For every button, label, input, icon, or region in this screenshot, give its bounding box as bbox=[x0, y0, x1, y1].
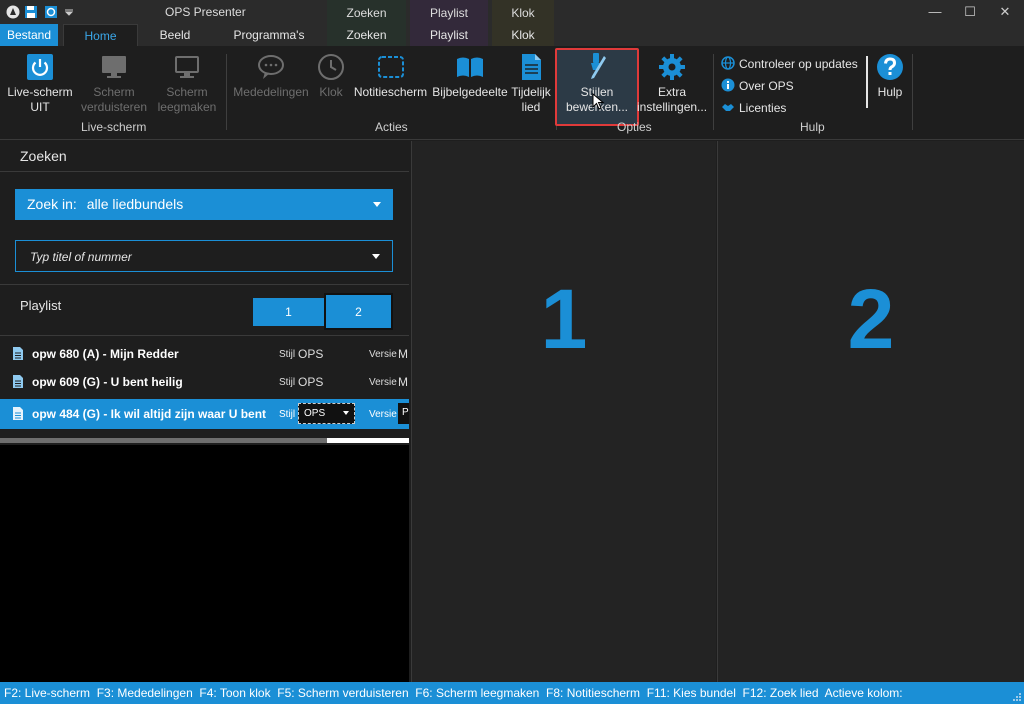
refresh-icon[interactable] bbox=[44, 4, 58, 20]
gear-icon bbox=[659, 54, 685, 80]
tab-home[interactable]: Home bbox=[63, 24, 138, 47]
chevron-down-icon bbox=[372, 254, 380, 259]
group-label-acties: Acties bbox=[375, 120, 408, 134]
notes-screen-icon bbox=[377, 56, 404, 78]
tab-beeld[interactable]: Beeld bbox=[140, 24, 210, 46]
save-icon[interactable] bbox=[24, 4, 38, 20]
help-button[interactable]: Hulp bbox=[872, 52, 908, 100]
context-header-playlist: Playlist bbox=[410, 0, 488, 24]
monitor-icon bbox=[102, 56, 126, 78]
announcements-button[interactable]: Mededelingen bbox=[231, 52, 311, 100]
document-icon bbox=[13, 407, 23, 420]
scrollbar-thumb[interactable] bbox=[327, 438, 409, 443]
monitor-empty-icon bbox=[175, 56, 199, 78]
version-value[interactable]: M bbox=[398, 347, 408, 361]
style-value[interactable]: OPS bbox=[298, 347, 323, 361]
notes-screen-button[interactable]: Notitiescherm bbox=[352, 52, 429, 100]
divider bbox=[0, 171, 409, 172]
playlist-item[interactable]: opw 680 (A) - Mijn Redder Stijl OPS Vers… bbox=[0, 340, 409, 368]
chevron-down-icon bbox=[343, 411, 349, 415]
power-icon bbox=[27, 54, 53, 80]
temporary-song-button[interactable]: Tijdelijk lied bbox=[510, 52, 552, 115]
column-number: 2 bbox=[847, 272, 895, 366]
playlist-item-title: opw 484 (G) - Ik wil altijd zijn waar U … bbox=[32, 407, 267, 421]
live-screen-off-button[interactable]: Live-scherm UIT bbox=[6, 52, 74, 115]
style-dropdown[interactable]: OPS bbox=[298, 403, 355, 424]
resize-grip-icon[interactable] bbox=[1012, 692, 1022, 702]
horizontal-scrollbar[interactable] bbox=[0, 438, 409, 443]
check-updates-link[interactable]: Controleer op updates bbox=[721, 56, 858, 71]
playlist-1-button[interactable]: 1 bbox=[253, 298, 324, 326]
licenses-link[interactable]: Licenties bbox=[721, 100, 786, 115]
tab-programmas[interactable]: Programma's bbox=[214, 24, 324, 46]
ribbon-separator bbox=[226, 54, 227, 130]
left-panel: Zoeken Zoek in: alle liedbundels Typ tit… bbox=[0, 141, 409, 682]
context-header-klok: Klok bbox=[492, 0, 554, 24]
brush-icon bbox=[591, 53, 606, 79]
search-in-dropdown[interactable]: Zoek in: alle liedbundels bbox=[15, 189, 393, 220]
status-bar: F2: Live-scherm F3: Mededelingen F4: Too… bbox=[0, 682, 1024, 704]
darken-screen-button[interactable]: Scherm verduisteren bbox=[78, 52, 150, 115]
document-icon bbox=[522, 54, 541, 80]
divider bbox=[0, 284, 409, 285]
column-number: 1 bbox=[540, 272, 588, 366]
playlist-item-title: opw 680 (A) - Mijn Redder bbox=[32, 347, 179, 361]
group-label-hulp: Hulp bbox=[800, 120, 825, 134]
version-value[interactable]: M bbox=[398, 375, 408, 389]
info-icon bbox=[721, 78, 735, 92]
preview-column-1[interactable]: 1 bbox=[411, 141, 716, 682]
dropdown-arrow-icon[interactable] bbox=[64, 8, 74, 16]
speech-bubble-icon bbox=[258, 55, 284, 79]
tab-klok[interactable]: Klok bbox=[492, 24, 554, 46]
playlist-section-title: Playlist bbox=[20, 298, 62, 313]
playlist-item-title: opw 609 (G) - U bent heilig bbox=[32, 375, 183, 389]
divider bbox=[0, 335, 409, 336]
ribbon-separator bbox=[713, 54, 714, 130]
clock-button[interactable]: Klok bbox=[315, 52, 347, 100]
version-dropdown[interactable]: P bbox=[398, 403, 409, 424]
maximize-button[interactable]: ☐ bbox=[960, 4, 980, 20]
status-bar-text: F2: Live-scherm F3: Mededelingen F4: Too… bbox=[4, 686, 903, 700]
about-ops-link[interactable]: Over OPS bbox=[721, 78, 794, 93]
preview-area bbox=[0, 445, 409, 682]
extra-settings-button[interactable]: Extra instellingen... bbox=[637, 52, 707, 115]
chevron-down-icon bbox=[373, 202, 381, 207]
handshake-icon bbox=[722, 104, 734, 111]
playlist-2-button[interactable]: 2 bbox=[324, 293, 393, 330]
ribbon: Live-scherm UIT Scherm verduisteren Sche… bbox=[0, 46, 1024, 140]
document-icon bbox=[13, 347, 23, 360]
search-input[interactable]: Typ titel of nummer bbox=[15, 240, 393, 272]
title-bar: OPS Presenter Zoeken Playlist Klok — ☐ ✕ bbox=[0, 0, 1024, 24]
mouse-cursor-icon bbox=[592, 93, 605, 110]
document-icon bbox=[13, 375, 23, 388]
tab-playlist[interactable]: Playlist bbox=[410, 24, 488, 46]
clock-icon bbox=[318, 54, 344, 80]
open-book-icon bbox=[457, 57, 483, 77]
ops-logo-icon bbox=[6, 5, 20, 19]
preview-column-2[interactable]: 2 bbox=[717, 141, 1024, 682]
playlist-item[interactable]: opw 609 (G) - U bent heilig Stijl OPS Ve… bbox=[0, 368, 409, 396]
question-icon bbox=[877, 54, 903, 80]
globe-icon bbox=[721, 56, 735, 70]
ribbon-separator bbox=[866, 56, 868, 108]
group-label-opties: Opties bbox=[617, 120, 652, 134]
ribbon-tabs: Bestand Home Beeld Programma's Zoeken Pl… bbox=[0, 24, 1024, 47]
tab-bestand[interactable]: Bestand bbox=[0, 24, 58, 46]
playlist-item-selected[interactable]: opw 484 (G) - Ik wil altijd zijn waar U … bbox=[0, 399, 409, 429]
app-title: OPS Presenter bbox=[165, 5, 246, 19]
bible-passage-button[interactable]: Bijbelgedeelte bbox=[432, 52, 508, 100]
ribbon-separator bbox=[912, 54, 913, 130]
clear-screen-button[interactable]: Scherm leegmaken bbox=[155, 52, 219, 115]
close-button[interactable]: ✕ bbox=[995, 4, 1015, 20]
group-label-live: Live-scherm bbox=[81, 120, 147, 134]
minimize-button[interactable]: — bbox=[925, 4, 945, 19]
tab-zoeken[interactable]: Zoeken bbox=[327, 24, 406, 46]
style-value[interactable]: OPS bbox=[298, 375, 323, 389]
context-header-zoeken: Zoeken bbox=[327, 0, 406, 24]
search-section-title: Zoeken bbox=[20, 148, 67, 164]
